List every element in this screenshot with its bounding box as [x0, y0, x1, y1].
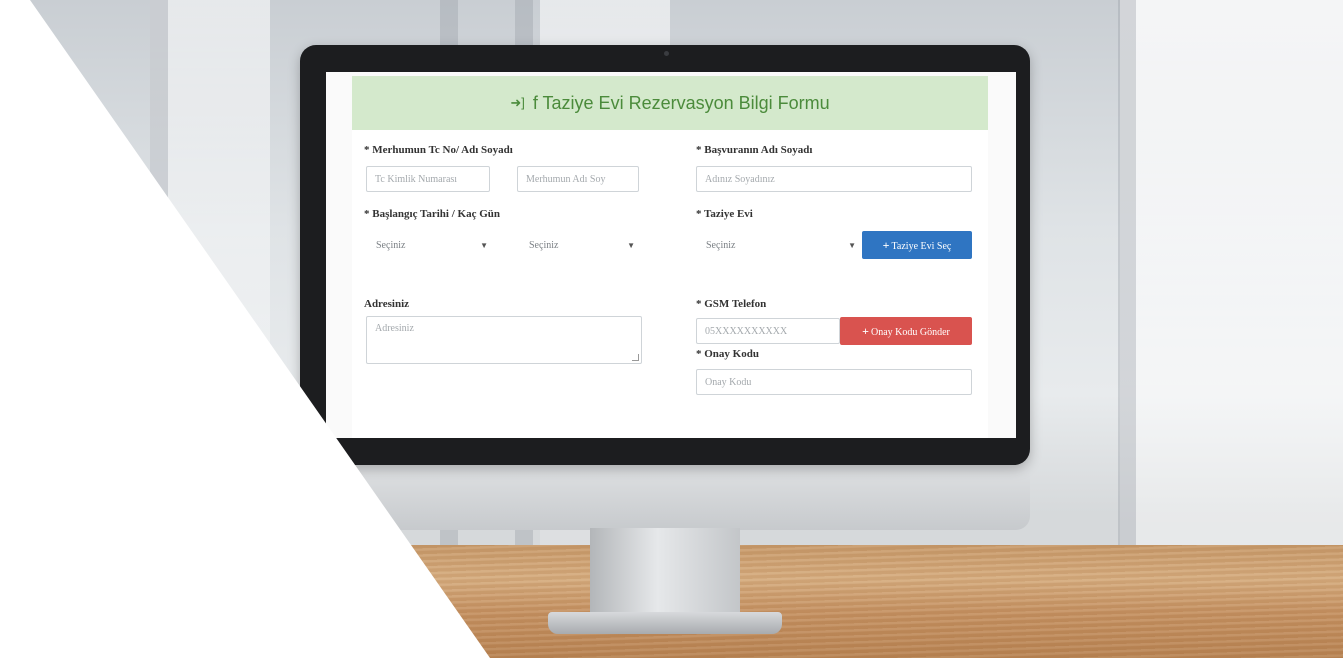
background-scene: ➜] f Taziye Evi Rezervasyon Bilgi Formu … — [0, 0, 1343, 658]
decorative-white-wedge — [0, 0, 490, 658]
